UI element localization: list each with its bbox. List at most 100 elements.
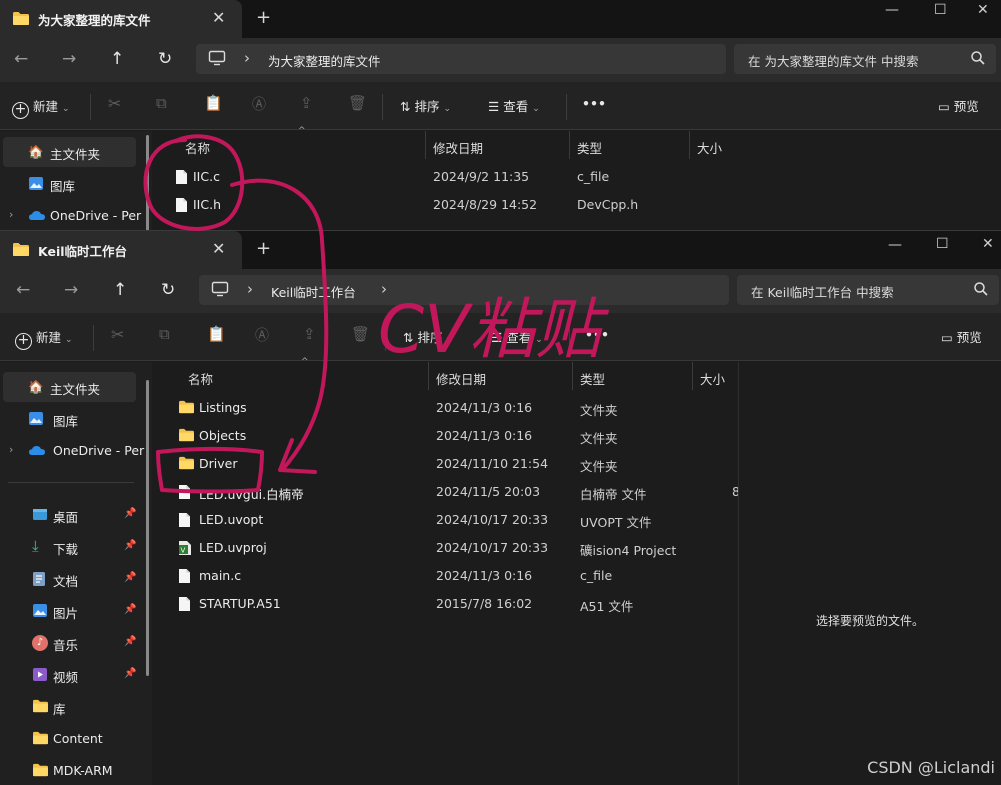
view-button[interactable]: ☰ 查看 ⌄ [491,327,543,346]
share-icon[interactable]: ⇪ [303,325,316,343]
forward-arrow-icon[interactable]: → [62,49,76,69]
breadcrumb[interactable]: Keil临时工作台 [271,282,356,301]
sidebar-label: 图片 [53,606,79,621]
pin-icon[interactable]: 📌 [124,540,136,551]
more-options-button[interactable]: ••• [585,327,609,342]
sidebar-item-home[interactable]: 🏠 主文件夹 [3,372,136,402]
address-field[interactable]: › 为大家整理的库文件 [196,44,726,74]
file-row[interactable]: LED.uvgui.白楠帝 2024/11/5 20:03 白楠帝 文件 8 [158,478,758,506]
up-arrow-icon[interactable]: ↑ [113,280,127,300]
new-tab-button[interactable]: + [256,238,271,259]
file-row[interactable]: LED.uvopt 2024/10/17 20:33 UVOPT 文件 [158,506,758,534]
cut-icon[interactable]: ✂ [111,325,124,344]
sidebar-item-gallery[interactable]: 图库 [0,404,138,434]
tab-library-files[interactable]: 为大家整理的库文件 ✕ [0,0,242,38]
preview-pane: 选择要预览的文件。 [738,362,1001,785]
close-window-icon[interactable]: ✕ [982,236,994,252]
address-field[interactable]: › Keil临时工作台 › [199,275,729,305]
minimize-icon[interactable]: — [885,2,899,18]
file-row[interactable]: Objects 2024/11/3 0:16 文件夹 [158,422,758,450]
sidebar-item-pictures[interactable]: 图片 📌 [0,596,138,626]
sidebar-item-gallery[interactable]: 图库 [0,169,138,199]
column-header-size[interactable]: 大小 [700,369,725,388]
file-row[interactable]: STARTUP.A51 2015/7/8 16:02 A51 文件 [158,590,758,618]
column-header-type[interactable]: 类型 [580,369,605,388]
sidebar-item-home[interactable]: 🏠 主文件夹 [3,137,136,167]
column-header-size[interactable]: 大小 [697,138,722,157]
chevron-right-icon[interactable]: › [244,49,250,67]
pin-icon[interactable]: 📌 [124,508,136,519]
sidebar-item-mdk-arm[interactable]: MDK-ARM [0,756,138,785]
file-row[interactable]: IIC.c 2024/9/2 11:35 c_file [155,163,755,191]
column-header-name[interactable]: 名称 [185,138,210,157]
paste-icon[interactable]: 📋 [207,325,226,343]
minimize-icon[interactable]: — [888,237,902,253]
preview-pane-button[interactable]: ▭ 预览 [941,327,982,346]
forward-arrow-icon[interactable]: → [64,280,78,300]
chevron-right-icon[interactable]: › [381,280,387,298]
sort-button[interactable]: ⇅ 排序 ⌄ [403,327,454,346]
delete-icon[interactable]: 🗑 [348,94,367,112]
file-icon [178,512,191,531]
paste-icon[interactable]: 📋 [204,94,223,112]
file-row[interactable]: main.c 2024/11/3 0:16 c_file [158,562,758,590]
sidebar-item-videos[interactable]: 视频 📌 [0,660,138,690]
chevron-right-icon[interactable]: › [247,280,253,298]
view-button[interactable]: ☰ 查看 ⌄ [488,96,540,115]
rename-icon[interactable]: Ⓐ [255,325,269,345]
pin-icon[interactable]: 📌 [124,604,136,615]
search-input[interactable]: 在 为大家整理的库文件 中搜索 [734,44,996,74]
sidebar-item-onedrive[interactable]: › OneDrive - Per [0,201,141,231]
column-header-name[interactable]: 名称 [188,369,213,388]
new-tab-button[interactable]: + [256,7,271,28]
file-row[interactable]: Driver 2024/11/10 21:54 文件夹 [158,450,758,478]
refresh-icon[interactable]: ↻ [161,280,175,300]
sidebar-item-onedrive[interactable]: › OneDrive - Per [0,436,144,466]
sidebar-item-library[interactable]: 库 [0,692,138,722]
sidebar-item-downloads[interactable]: ⤓ 下载 📌 [0,532,138,562]
pin-icon[interactable]: 📌 [124,636,136,647]
column-header-date[interactable]: 修改日期 [433,138,483,157]
maximize-icon[interactable]: ☐ [936,236,949,252]
scrollbar[interactable] [146,135,149,231]
up-arrow-icon[interactable]: ↑ [110,49,124,69]
more-options-button[interactable]: ••• [582,96,606,111]
scrollbar[interactable] [146,380,149,676]
breadcrumb[interactable]: 为大家整理的库文件 [268,51,381,70]
close-tab-icon[interactable]: ✕ [212,239,225,258]
close-window-icon[interactable]: ✕ [977,2,989,18]
chevron-right-icon[interactable]: › [9,208,13,221]
sort-up-icon: ^ [298,126,306,136]
column-header-type[interactable]: 类型 [577,138,602,157]
cut-icon[interactable]: ✂ [108,94,121,113]
sidebar-item-documents[interactable]: 文档 📌 [0,564,138,594]
pin-icon[interactable]: 📌 [124,668,136,679]
close-tab-icon[interactable]: ✕ [212,8,225,27]
back-arrow-icon[interactable]: ← [16,280,30,300]
sort-button[interactable]: ⇅ 排序 ⌄ [400,96,451,115]
back-arrow-icon[interactable]: ← [14,49,28,69]
address-bar-row: ← → ↑ ↻ › 为大家整理的库文件 在 为大家整理的库文件 中搜索 [0,38,1001,82]
share-icon[interactable]: ⇪ [300,94,313,112]
refresh-icon[interactable]: ↻ [158,49,172,69]
delete-icon[interactable]: 🗑 [351,325,370,343]
maximize-icon[interactable]: ☐ [934,2,947,18]
column-header-date[interactable]: 修改日期 [436,369,486,388]
sidebar-item-content[interactable]: Content [0,724,138,754]
file-row[interactable]: Listings 2024/11/3 0:16 文件夹 [158,394,758,422]
rename-icon[interactable]: Ⓐ [252,94,266,114]
sidebar-item-music[interactable]: ♪ 音乐 📌 [0,628,138,658]
copy-icon[interactable]: ⧉ [159,325,170,343]
chevron-right-icon[interactable]: › [9,443,13,456]
sidebar-item-desktop[interactable]: 桌面 📌 [0,500,138,530]
pin-icon[interactable]: 📌 [124,572,136,583]
copy-icon[interactable]: ⧉ [156,94,167,112]
preview-pane-button[interactable]: ▭ 预览 [938,96,979,115]
file-row[interactable]: V LED.uvproj 2024/10/17 20:33 礦ision4 Proje… [158,534,758,562]
search-input[interactable]: 在 Keil临时工作台 中搜索 [737,275,999,305]
tab-keil-workspace[interactable]: Keil临时工作台 ✕ [0,231,242,269]
search-icon [971,51,985,65]
new-button[interactable]: + 新建 ⌄ [12,96,70,119]
new-button[interactable]: + 新建 ⌄ [15,327,73,350]
file-row[interactable]: IIC.h 2024/8/29 14:52 DevCpp.h [155,191,755,219]
